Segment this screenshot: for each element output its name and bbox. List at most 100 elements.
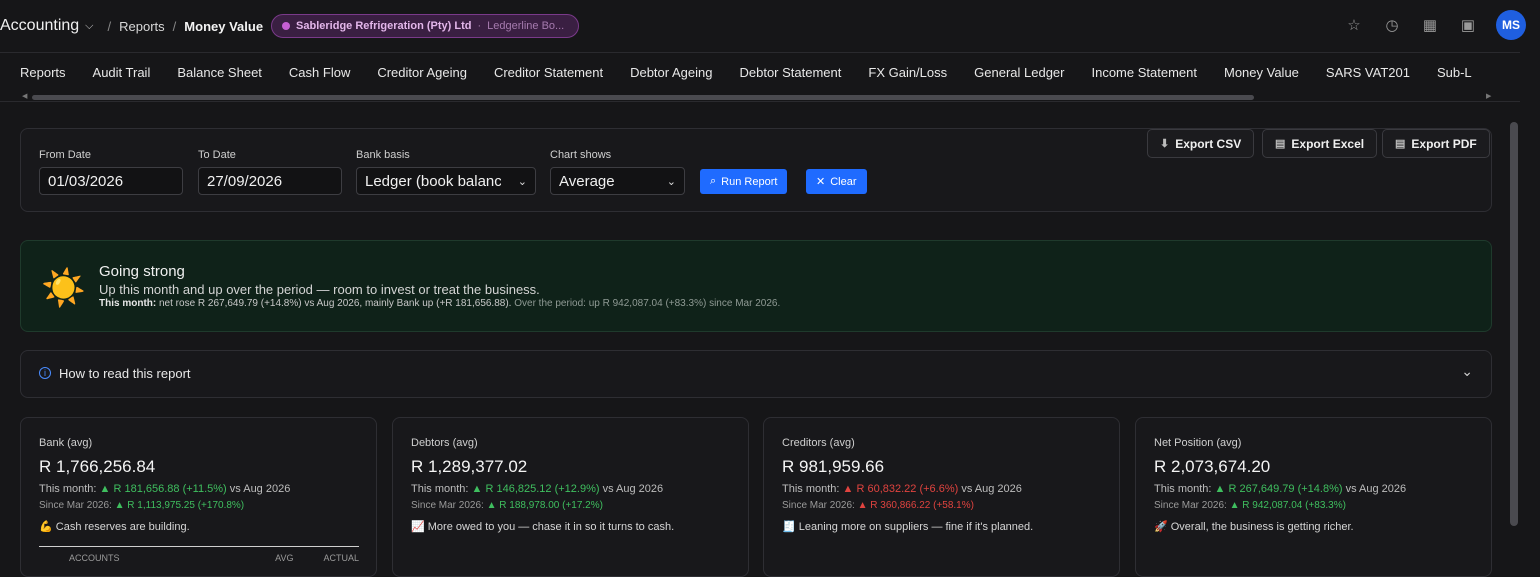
column-avg: AVG <box>275 553 294 563</box>
tab-reports[interactable]: Reports <box>20 65 66 80</box>
from-date-input[interactable]: 01/03/2026 <box>39 167 183 195</box>
how-to-read-label: How to read this report <box>59 366 191 381</box>
chevron-down-icon: ⌄ <box>1461 363 1473 379</box>
table-divider <box>39 546 359 547</box>
sun-icon: ☀️ <box>41 267 86 308</box>
tab-creditor-statement[interactable]: Creditor Statement <box>494 65 603 80</box>
company-selector[interactable]: Sableridge Refrigeration (Pty) Ltd · Led… <box>271 14 580 38</box>
vertical-scrollbar[interactable] <box>1510 122 1518 526</box>
chevron-down-icon: ⌄ <box>660 174 676 188</box>
since-label: Since Mar 2026: <box>411 500 484 511</box>
report-tabs-bar: Reports Audit Trail Balance Sheet Cash Flow… <box>0 52 1520 102</box>
apps-grid-icon[interactable]: ▦ <box>1420 15 1440 35</box>
report-tabs: Reports Audit Trail Balance Sheet Cash Flow… <box>0 53 1520 91</box>
tab-debtor-ageing[interactable]: Debtor Ageing <box>630 65 712 80</box>
card-this-month: This month: ▲ R 146,825.12 (+12.9%) vs A… <box>411 483 663 495</box>
chevron-down-icon: ⌄ <box>511 174 527 188</box>
this-month-suffix: vs Aug 2026 <box>961 483 1022 495</box>
card-value: R 2,073,674.20 <box>1154 457 1271 476</box>
banner-this-month-text: net rose R 267,649.79 (+14.8%) vs Aug 20… <box>159 298 512 309</box>
from-date-field: From Date 01/03/2026 <box>39 149 183 195</box>
card-value: R 1,289,377.02 <box>411 457 528 476</box>
card-note: 🧾 Leaning more on suppliers — fine if it… <box>782 521 1034 533</box>
card-value: R 1,766,256.84 <box>39 457 156 476</box>
tab-creditor-ageing[interactable]: Creditor Ageing <box>377 65 467 80</box>
clear-label: Clear <box>830 175 857 188</box>
file-icon: ▤ <box>1395 138 1406 150</box>
this-month-delta: ▲ R 60,832.22 (+6.6%) <box>842 483 959 495</box>
card-note: 💪 Cash reserves are building. <box>39 521 190 533</box>
to-date-input[interactable]: 27/09/2026 <box>198 167 342 195</box>
tab-audit-trail[interactable]: Audit Trail <box>93 65 151 80</box>
card-since: Since Mar 2026: ▲ R 1,113,975.25 (+170.8… <box>39 500 244 511</box>
tab-fx-gain-loss[interactable]: FX Gain/Loss <box>868 65 947 80</box>
chevron-down-icon: ⌵ <box>85 19 94 32</box>
tab-balance-sheet[interactable]: Balance Sheet <box>177 65 262 80</box>
column-actual: ACTUAL <box>323 553 359 563</box>
tab-sars-vat201[interactable]: SARS VAT201 <box>1326 65 1410 80</box>
chart-shows-select[interactable]: Average ⌄ <box>550 167 685 195</box>
inbox-icon[interactable]: ▣ <box>1458 15 1478 35</box>
star-icon[interactable]: ☆ <box>1344 15 1364 35</box>
from-date-value: 01/03/2026 <box>48 172 124 190</box>
history-icon[interactable]: ◷ <box>1382 15 1402 35</box>
to-date-value: 27/09/2026 <box>207 172 283 190</box>
card-label: Debtors (avg) <box>411 437 478 449</box>
search-icon: ⌕ <box>710 175 717 187</box>
this-month-label: This month: <box>782 483 840 495</box>
card-since: Since Mar 2026: ▲ R 188,978.00 (+17.2%) <box>411 500 603 511</box>
run-report-label: Run Report <box>721 175 778 188</box>
breadcrumb-separator: / <box>172 18 177 34</box>
card-label: Net Position (avg) <box>1154 437 1242 449</box>
this-month-label: This month: <box>1154 483 1212 495</box>
export-excel-label: Export Excel <box>1291 136 1365 151</box>
export-excel-button[interactable]: ▤ Export Excel <box>1262 129 1378 158</box>
company-dot-icon <box>282 22 291 30</box>
scroll-left-icon[interactable]: ◀ <box>22 92 27 100</box>
this-month-delta: ▲ R 181,656.88 (+11.5%) <box>99 483 227 495</box>
export-csv-button[interactable]: ⬇ Export CSV <box>1147 129 1255 158</box>
breadcrumb-current: Money Value <box>184 18 264 34</box>
to-date-field: To Date 27/09/2026 <box>198 149 342 195</box>
export-pdf-button[interactable]: ▤ Export PDF <box>1382 129 1490 158</box>
banner-subtitle: Up this month and up over the period — r… <box>99 282 540 297</box>
banner-title: Going strong <box>99 263 185 280</box>
card-since: Since Mar 2026: ▲ R 360,866.22 (+58.1%) <box>782 500 974 511</box>
run-report-button[interactable]: ⌕ Run Report <box>700 169 788 194</box>
horizontal-scrollbar[interactable] <box>32 95 1254 100</box>
top-actions: ☆ ◷ ▦ ▣ MS <box>1344 10 1526 40</box>
avatar[interactable]: MS <box>1496 10 1526 40</box>
this-month-suffix: vs Aug 2026 <box>229 483 291 495</box>
clear-button[interactable]: ✕ Clear <box>806 169 867 194</box>
download-icon: ⬇ <box>1160 138 1170 150</box>
banner-period-text: Over the period: up R 942,087.04 (+83.3%… <box>514 298 781 309</box>
tab-sub-l[interactable]: Sub-L <box>1437 65 1472 80</box>
bank-basis-field: Bank basis Ledger (book balance) ⌄ <box>356 149 536 195</box>
tab-debtor-statement[interactable]: Debtor Statement <box>739 65 841 80</box>
bank-basis-select[interactable]: Ledger (book balance) ⌄ <box>356 167 536 195</box>
export-pdf-label: Export PDF <box>1411 136 1477 151</box>
card-label: Bank (avg) <box>39 437 93 449</box>
card-note: 📈 More owed to you — chase it in so it t… <box>411 521 675 533</box>
filter-panel: From Date 01/03/2026 To Date 27/09/2026 … <box>20 128 1492 212</box>
chart-shows-field: Chart shows Average ⌄ <box>550 149 685 195</box>
export-csv-label: Export CSV <box>1175 136 1242 151</box>
tab-general-ledger[interactable]: General Ledger <box>974 65 1064 80</box>
bank-basis-label: Bank basis <box>356 149 410 161</box>
this-month-delta: ▲ R 267,649.79 (+14.8%) <box>1214 483 1343 495</box>
this-month-delta: ▲ R 146,825.12 (+12.9%) <box>471 483 600 495</box>
tab-money-value[interactable]: Money Value <box>1224 65 1299 80</box>
close-icon: ✕ <box>816 176 826 188</box>
tab-income-statement[interactable]: Income Statement <box>1091 65 1197 80</box>
summary-card: Creditors (avg) R 981,959.66 This month: ▲… <box>763 417 1120 577</box>
banner-detail: This month: net rose R 267,649.79 (+14.8… <box>99 298 780 309</box>
to-date-label: To Date <box>198 149 236 161</box>
column-accounts: ACCOUNTS <box>69 553 120 563</box>
breadcrumb-separator: / <box>107 18 112 34</box>
how-to-read-accordion[interactable]: i How to read this report ⌄ <box>20 350 1492 398</box>
scroll-right-icon[interactable]: ▶ <box>1486 92 1491 100</box>
tab-cash-flow[interactable]: Cash Flow <box>289 65 350 80</box>
app-switcher[interactable]: Accounting ⌵ <box>0 17 94 35</box>
breadcrumb-reports[interactable]: Reports <box>119 19 165 34</box>
card-value: R 981,959.66 <box>782 457 885 476</box>
